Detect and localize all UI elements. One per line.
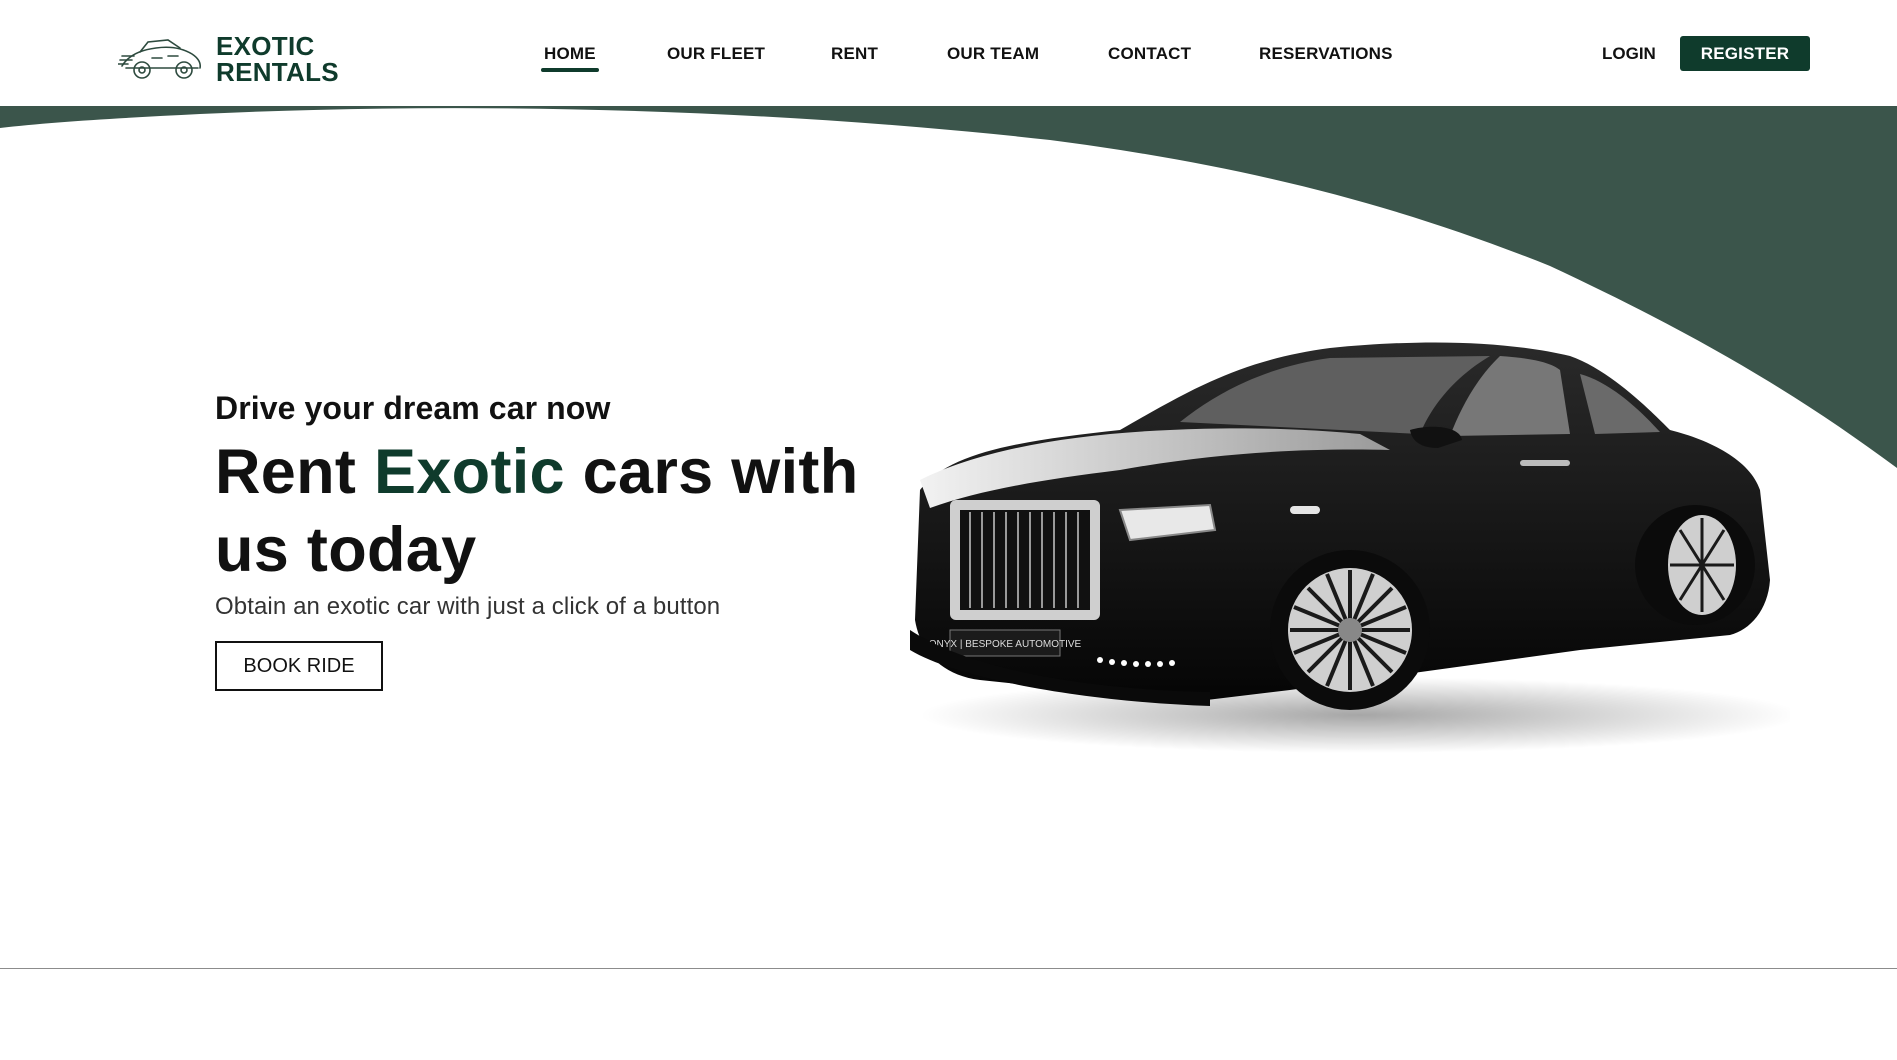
brand-name: EXOTIC RENTALS xyxy=(216,33,339,85)
brand-line1: EXOTIC xyxy=(216,31,315,61)
headline-accent: Exotic xyxy=(374,437,565,507)
brand-line2: RENTALS xyxy=(216,57,339,87)
page: EXOTIC RENTALS HOME OUR FLEET RENT OUR T… xyxy=(0,0,1897,1060)
sports-car-logo-icon xyxy=(118,39,201,79)
login-link[interactable]: LOGIN xyxy=(1602,44,1656,64)
hero-section: Drive your dream car now Rent Exotic car… xyxy=(215,390,865,691)
hero-tagline: Drive your dream car now xyxy=(215,390,611,426)
black-luxury-sedan-image: ONYX | BESPOKE AUTOMOTIVE xyxy=(910,342,1790,753)
nav-our-fleet[interactable]: OUR FLEET xyxy=(667,44,765,64)
headline-part1: Rent xyxy=(215,437,374,507)
hero-headline: Rent Exotic cars with us today xyxy=(215,433,865,589)
nav-reservations[interactable]: RESERVATIONS xyxy=(1259,44,1393,64)
nav-contact[interactable]: CONTACT xyxy=(1108,44,1191,64)
nav-our-team[interactable]: OUR TEAM xyxy=(947,44,1039,64)
license-plate-text: ONYX | BESPOKE AUTOMOTIVE xyxy=(929,639,1082,650)
register-button[interactable]: REGISTER xyxy=(1680,36,1810,71)
site-header: EXOTIC RENTALS HOME OUR FLEET RENT OUR T… xyxy=(0,0,1897,106)
brand-logo[interactable]: EXOTIC RENTALS xyxy=(118,30,339,88)
section-divider xyxy=(0,968,1897,969)
book-ride-button[interactable]: BOOK RIDE xyxy=(215,641,383,691)
nav-rent[interactable]: RENT xyxy=(831,44,878,64)
hero-subtext: Obtain an exotic car with just a click o… xyxy=(215,593,721,620)
nav-home[interactable]: HOME xyxy=(541,44,599,72)
